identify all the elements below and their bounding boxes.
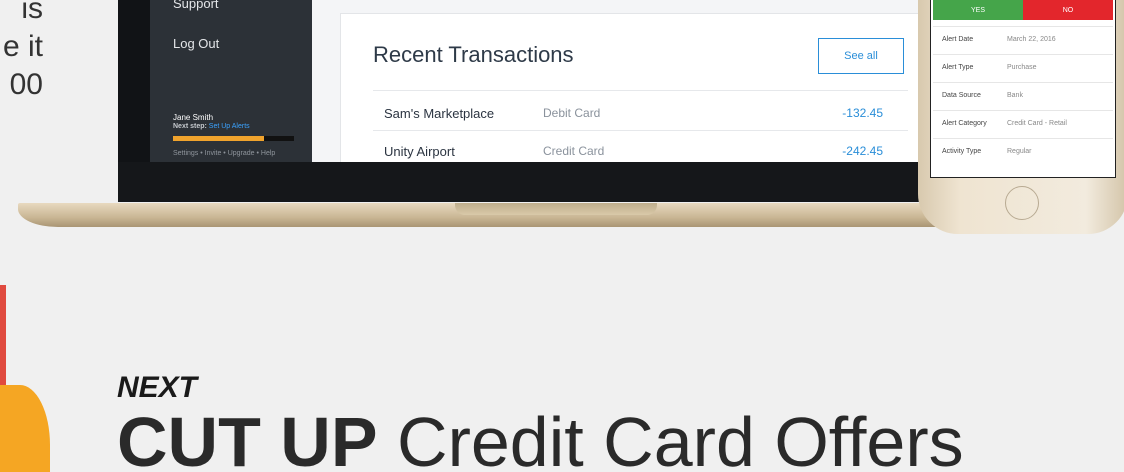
transactions-card <box>340 13 920 163</box>
headline-rest: Credit Card Offers <box>377 403 964 472</box>
sidebar-item-logout[interactable]: Log Out <box>173 36 219 51</box>
detail-value: Bank <box>1007 92 1023 99</box>
detail-label: Alert Date <box>942 36 974 43</box>
transaction-merchant[interactable]: Unity Airport <box>384 144 455 159</box>
alert-detail-row: Alert Date March 22, 2016 <box>933 26 1113 52</box>
sidebar-item-support[interactable]: Support <box>173 0 219 11</box>
transaction-merchant[interactable]: Sam's Marketplace <box>384 106 494 121</box>
next-step: Next step: Set Up Alerts <box>173 123 250 130</box>
transaction-amount: -242.45 <box>842 144 883 158</box>
orange-shape <box>0 385 50 472</box>
alert-detail-row: Alert Category Credit Card - Retail <box>933 110 1113 136</box>
promo-headline: CUT UP Credit Card Offers <box>117 402 964 472</box>
see-all-button[interactable]: See all <box>818 38 904 74</box>
setup-progress-bar <box>173 136 294 141</box>
headline-strong: CUT UP <box>117 403 378 472</box>
phone-home-button[interactable] <box>1005 186 1039 220</box>
cropped-paragraph: is e it 00 <box>3 0 43 104</box>
detail-value: Credit Card - Retail <box>1007 120 1067 127</box>
laptop-bezel <box>118 162 928 202</box>
next-label: NEXT <box>117 371 198 404</box>
user-name: Jane Smith <box>173 113 214 122</box>
paragraph-line: e it <box>2 30 43 63</box>
sidebar-footer-links[interactable]: Settings • Invite • Upgrade • Help <box>173 150 275 157</box>
transaction-type: Debit Card <box>543 106 601 120</box>
next-step-link[interactable]: Set Up Alerts <box>209 123 250 130</box>
paragraph-line: is <box>21 0 43 25</box>
alert-detail-row: Data Source Bank <box>933 82 1113 108</box>
detail-label: Activity Type <box>942 148 982 155</box>
yes-button[interactable]: YES <box>933 0 1023 20</box>
transaction-type: Credit Card <box>543 144 605 158</box>
sidebar: Support Log Out Jane Smith Next step: Se… <box>150 0 312 162</box>
detail-value: Regular <box>1007 148 1032 155</box>
row-divider <box>373 90 908 91</box>
detail-value: March 22, 2016 <box>1007 36 1056 43</box>
no-button[interactable]: NO <box>1023 0 1113 20</box>
detail-value: Purchase <box>1007 64 1037 71</box>
laptop-notch <box>455 203 657 215</box>
row-divider <box>373 130 908 131</box>
next-step-label: Next step: <box>173 123 207 130</box>
detail-label: Alert Category <box>942 120 987 127</box>
paragraph-line: 00 <box>9 68 43 101</box>
transaction-amount: -132.45 <box>842 106 883 120</box>
alert-detail-row: Alert Type Purchase <box>933 54 1113 80</box>
alert-detail-row: Activity Type Regular <box>933 138 1113 164</box>
setup-progress-fill <box>173 136 264 141</box>
detail-label: Alert Type <box>942 64 974 71</box>
detail-label: Data Source <box>942 92 981 99</box>
card-title: Recent Transactions <box>373 42 574 67</box>
